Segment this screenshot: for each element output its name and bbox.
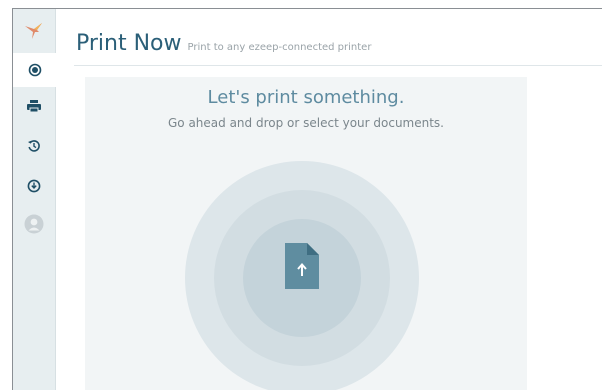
download-icon xyxy=(27,179,41,193)
sidebar-item-print-now[interactable] xyxy=(13,53,57,87)
hummingbird-logo-icon xyxy=(25,23,42,39)
title-divider xyxy=(74,65,602,66)
record-icon xyxy=(28,63,41,77)
sidebar-item-history[interactable] xyxy=(13,129,55,163)
page-title: Print Now xyxy=(76,31,182,56)
dropzone-instruction: Go ahead and drop or select your documen… xyxy=(168,116,444,130)
drop-zone[interactable]: Let's print something. Go ahead and drop… xyxy=(85,77,527,390)
main-content: Print Now Print to any ezeep-connected p… xyxy=(56,9,602,390)
printer-icon xyxy=(27,100,41,113)
history-icon xyxy=(28,140,40,152)
sidebar-item-downloads[interactable] xyxy=(13,169,55,203)
dropzone-headline: Let's print something. xyxy=(207,87,405,108)
title-row: Print Now Print to any ezeep-connected p… xyxy=(76,31,602,65)
app-window: Print Now Print to any ezeep-connected p… xyxy=(12,8,602,390)
sidebar-item-account[interactable] xyxy=(13,207,55,241)
user-avatar-icon xyxy=(24,214,44,234)
upload-document-icon[interactable] xyxy=(285,243,319,289)
sidebar xyxy=(13,9,57,390)
sidebar-item-printers[interactable] xyxy=(13,89,55,123)
logo[interactable] xyxy=(13,9,55,53)
page-subtitle: Print to any ezeep-connected printer xyxy=(187,42,372,53)
